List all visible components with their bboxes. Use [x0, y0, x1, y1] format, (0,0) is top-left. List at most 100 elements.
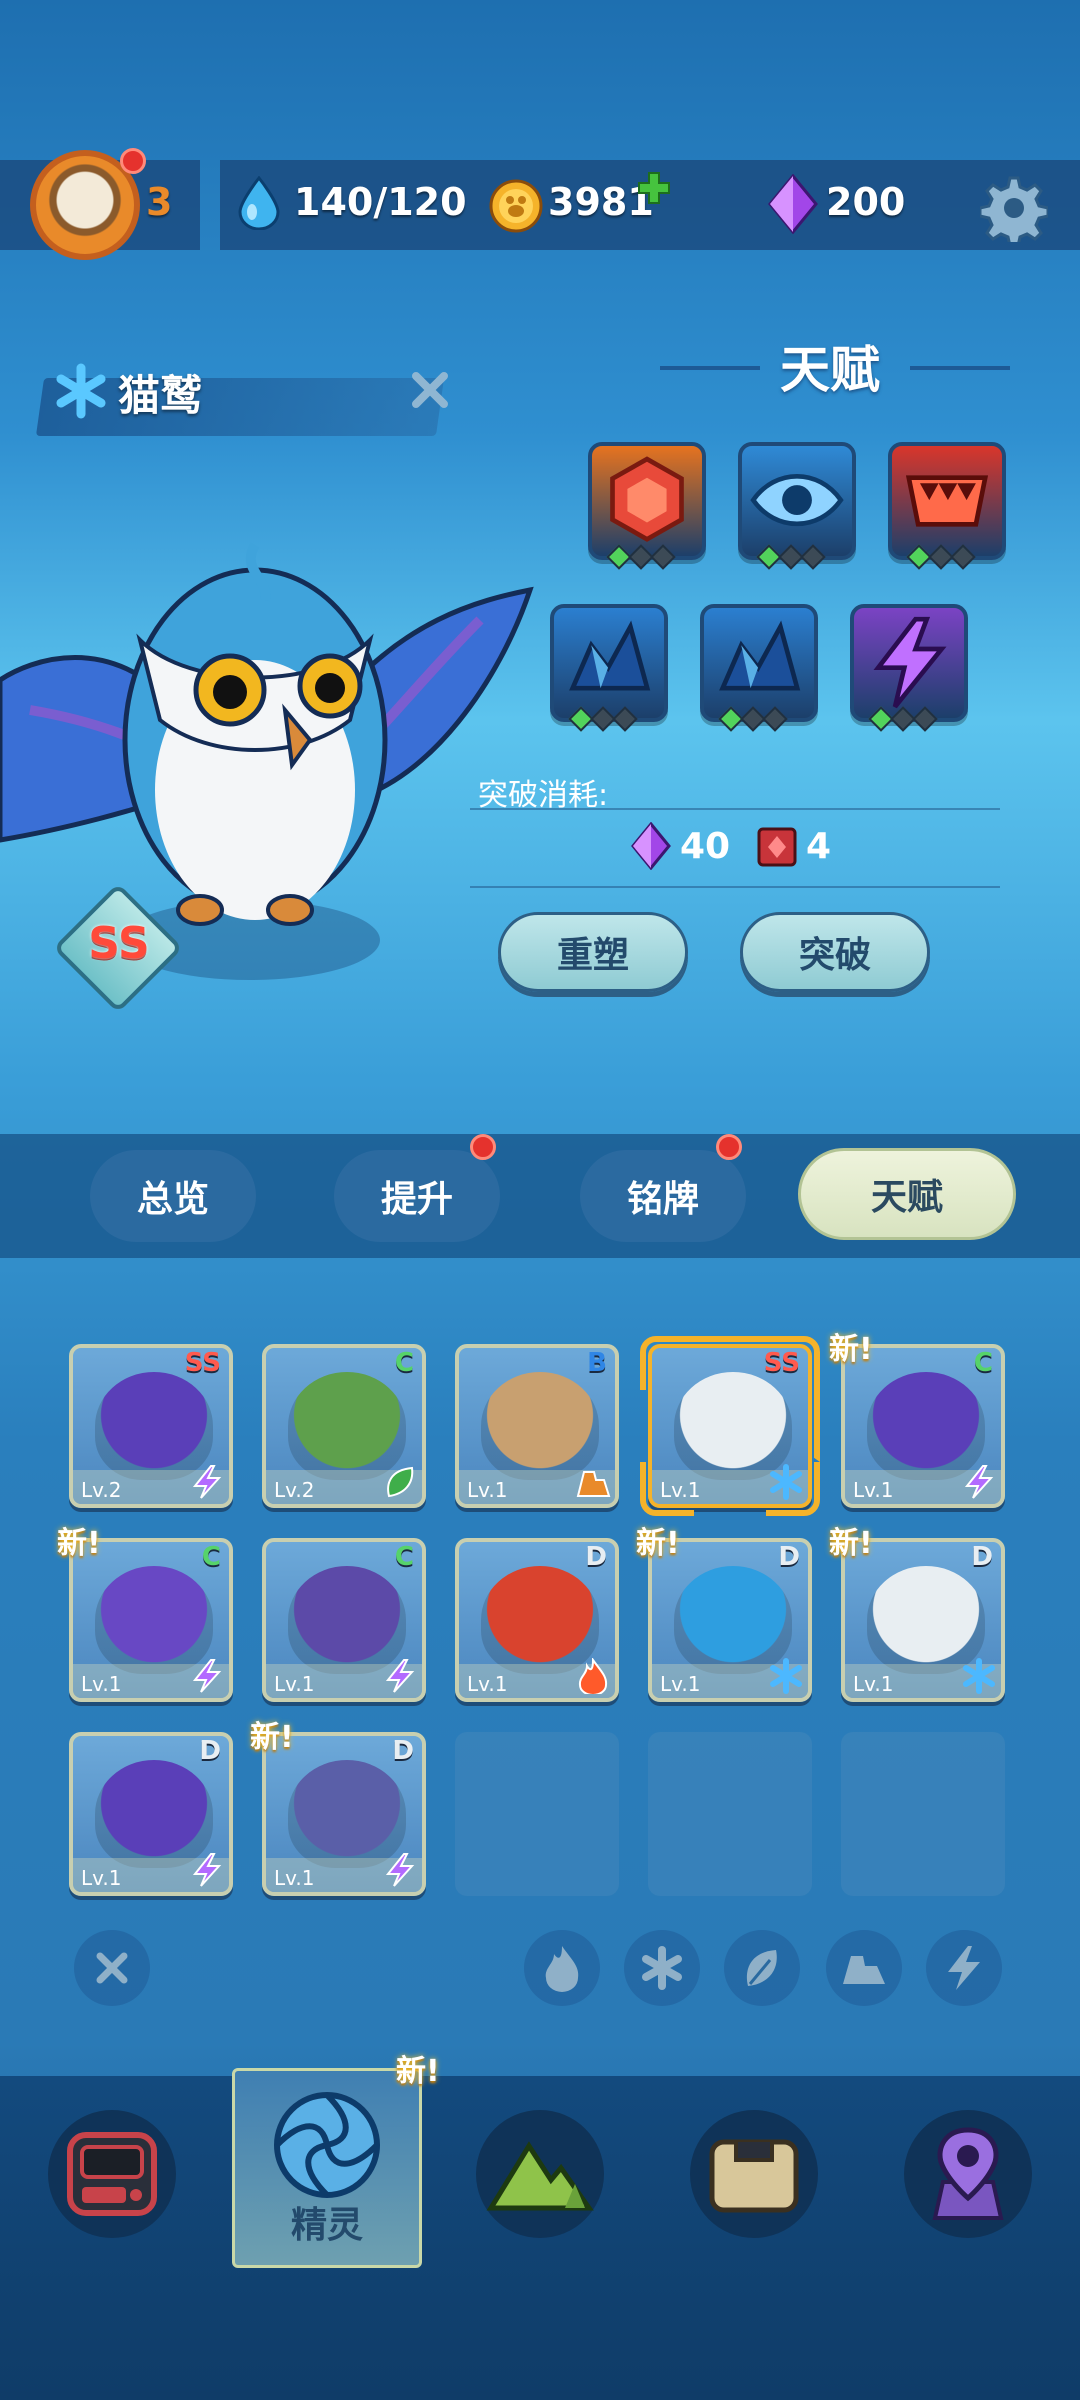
ice-shard-icon: [719, 620, 801, 691]
talent-book-icon: [757, 827, 797, 867]
tab-label: 提升: [380, 1179, 453, 1220]
talent-slot-5[interactable]: [700, 604, 818, 732]
fire-icon: [545, 1946, 579, 1992]
cost-divider-bottom: [470, 886, 1000, 888]
talent-slot-3[interactable]: [888, 442, 1006, 570]
talent-level-pips: [568, 706, 638, 732]
earth-element-icon: [576, 1471, 611, 1497]
talent-level-pips: [906, 544, 976, 570]
clear-x-icon: [96, 1952, 128, 1984]
cost-book-amount: 4: [806, 826, 832, 867]
filter-ice-button[interactable]: [624, 1930, 700, 2006]
card-grade: D: [778, 1542, 800, 1572]
new-tag: 新!: [829, 1526, 873, 1561]
card-grade: B: [587, 1348, 607, 1378]
nav-spirits-label: 精灵: [290, 2205, 363, 2246]
add-coins-icon[interactable]: [636, 170, 672, 206]
creature-card[interactable]: Lv.2 SS: [69, 1344, 233, 1508]
creature-card[interactable]: Lv.1 B: [455, 1344, 619, 1508]
nav-location-button[interactable]: [904, 2110, 1032, 2238]
filter-grass-button[interactable]: [724, 1930, 800, 2006]
cost-divider-top: [470, 808, 1000, 810]
card-level: Lv.1: [467, 1478, 508, 1502]
level-pip: [650, 544, 676, 570]
creature-card[interactable]: Lv.2 C: [262, 1344, 426, 1508]
creature-card[interactable]: Lv.1 D: [69, 1732, 233, 1896]
lightning-element-icon: [385, 1659, 415, 1693]
cost-gem-icon: [631, 822, 671, 870]
lightning-element-icon: [385, 1853, 415, 1887]
tab-1[interactable]: 总览: [90, 1150, 256, 1242]
card-grade: SS: [184, 1348, 221, 1378]
lightning-icon: [948, 1946, 980, 1990]
spirit-orb-icon: [274, 2092, 380, 2198]
lightning-element-icon: [192, 1465, 222, 1499]
tab-3[interactable]: 铭牌: [580, 1150, 746, 1242]
nav-chest-button[interactable]: [690, 2110, 818, 2238]
talent-level-pips: [868, 706, 938, 732]
fire-element-icon: [578, 1658, 608, 1694]
card-level: Lv.1: [274, 1866, 315, 1890]
new-tag: 新!: [636, 1526, 680, 1561]
creature-card[interactable]: Lv.1 D: [262, 1732, 426, 1896]
coin-icon: [489, 179, 543, 233]
card-level: Lv.2: [81, 1478, 122, 1502]
rank-badge: SS: [88, 918, 150, 969]
creature-card[interactable]: Lv.1 C: [69, 1538, 233, 1702]
title-deco-left: [660, 366, 760, 370]
card-level: Lv.1: [274, 1672, 315, 1696]
creature-card[interactable]: Lv.1 D: [841, 1538, 1005, 1702]
filter-earth-button[interactable]: [826, 1930, 902, 2006]
tab-4[interactable]: 天赋: [798, 1148, 1016, 1240]
creature-card[interactable]: Lv.1 C: [262, 1538, 426, 1702]
card-level: Lv.2: [274, 1478, 315, 1502]
gem-count: 200: [826, 180, 906, 224]
empty-slot: [648, 1732, 812, 1896]
nav-new-tag: 新!: [396, 2054, 440, 2089]
card-grade: C: [394, 1542, 414, 1572]
earth-icon: [843, 1956, 885, 1984]
nav-shop-button[interactable]: [48, 2110, 176, 2238]
eye-icon: [750, 474, 844, 526]
grass-element-icon: [387, 1466, 414, 1498]
nav-map-button[interactable]: [476, 2110, 604, 2238]
breakthrough-button[interactable]: 突破: [740, 912, 930, 992]
tab-notification-dot: [470, 1134, 496, 1160]
title-deco-right: [910, 366, 1010, 370]
card-grade: D: [585, 1542, 607, 1572]
tab-label: 总览: [136, 1179, 209, 1220]
reforge-button[interactable]: 重塑: [498, 912, 688, 992]
creature-card[interactable]: Lv.1 D: [648, 1538, 812, 1702]
ice-icon: [642, 1946, 682, 1990]
talent-slot-1[interactable]: [588, 442, 706, 570]
cost-gem-amount: 40: [680, 826, 731, 867]
leaf-icon: [746, 1950, 777, 1986]
card-grade: D: [392, 1736, 414, 1766]
water-count: 140/120: [294, 180, 467, 224]
tab-label: 天赋: [870, 1177, 943, 1218]
map-pin-icon: [932, 2127, 1004, 2220]
filter-fire-button[interactable]: [524, 1930, 600, 2006]
fangs-icon: [905, 475, 989, 527]
talent-slot-6[interactable]: [850, 604, 968, 732]
lightning-element-icon: [192, 1659, 222, 1693]
empty-slot: [455, 1732, 619, 1896]
tab-2[interactable]: 提升: [334, 1150, 500, 1242]
settings-gear-icon[interactable]: [980, 174, 1048, 242]
creature-card[interactable]: Lv.1 C: [841, 1344, 1005, 1508]
level-pip: [800, 544, 826, 570]
level-pip: [950, 544, 976, 570]
level-pip: [912, 706, 938, 732]
avatar-notification-dot: [120, 148, 146, 174]
talent-level-pips: [718, 706, 788, 732]
close-name-icon[interactable]: [408, 368, 452, 412]
new-tag: 新!: [57, 1526, 101, 1561]
filter-lightning-button[interactable]: [926, 1930, 1002, 2006]
talent-slot-4[interactable]: [550, 604, 668, 732]
creature-card[interactable]: Lv.1 D: [455, 1538, 619, 1702]
mountain-icon: [486, 2141, 594, 2211]
talent-slot-2[interactable]: [738, 442, 856, 570]
water-drop-icon: [238, 176, 280, 230]
clear-filter-button[interactable]: [74, 1930, 150, 2006]
lightning-icon: [873, 616, 947, 709]
